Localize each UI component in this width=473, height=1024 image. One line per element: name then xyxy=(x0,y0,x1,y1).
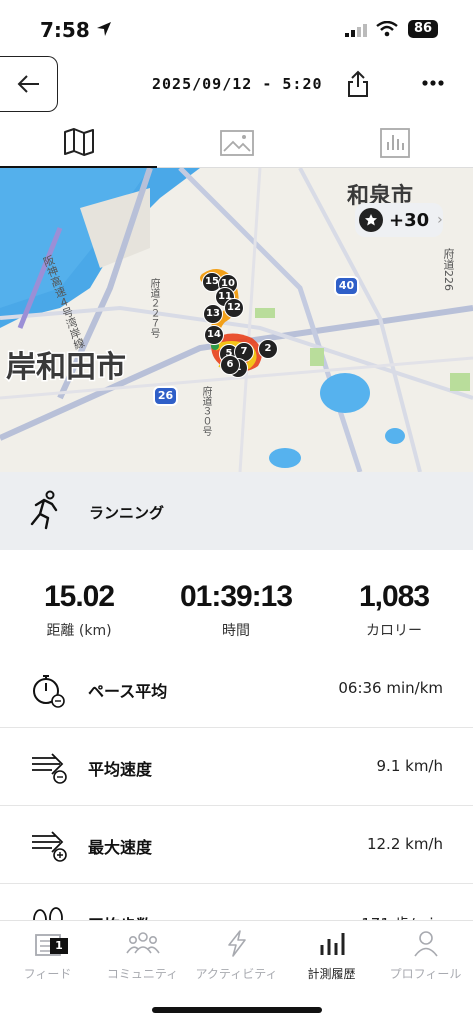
cellular-signal-icon xyxy=(345,24,367,37)
nav-activity-label: アクティビティ xyxy=(195,967,278,981)
photos-badge[interactable]: +30 › xyxy=(355,203,443,237)
home-indicator xyxy=(152,1007,322,1013)
status-bar: 7:58 86 xyxy=(0,0,473,58)
tab-charts[interactable] xyxy=(316,118,473,168)
more-options-icon[interactable] xyxy=(422,80,444,86)
nav-community[interactable]: コミュニティ xyxy=(95,929,190,982)
stat-calories-value: 1,083 xyxy=(358,580,430,613)
metric-avg-speed: 平均速度 9.1 km/h xyxy=(0,728,473,806)
metric-avg-pace: ペース平均 06:36 min/km xyxy=(0,650,473,728)
map-label-road-272: 府道２２７号 xyxy=(148,278,159,338)
stat-calories-label: カロリー xyxy=(366,623,422,639)
stat-distance-label: 距離 (km) xyxy=(46,623,112,639)
metric-avg-pace-name: ペース平均 xyxy=(88,682,168,701)
arrow-left-icon xyxy=(17,75,39,93)
tab-map[interactable] xyxy=(0,118,157,168)
km-marker[interactable]: 12 xyxy=(224,298,244,318)
speed-arrow-plus-icon xyxy=(32,831,67,862)
metric-max-speed-name: 最大速度 xyxy=(88,838,153,857)
battery-indicator: 86 xyxy=(408,20,438,38)
community-icon xyxy=(125,932,160,954)
route-shield-26: 26 xyxy=(153,386,178,406)
km-marker[interactable]: 14 xyxy=(204,325,224,345)
metric-avg-pace-value: 06:36 min/km xyxy=(338,679,443,697)
image-icon xyxy=(219,130,254,156)
metric-avg-speed-name: 平均速度 xyxy=(88,760,153,779)
nav-profile-label: プロフィール xyxy=(389,967,462,981)
metric-max-speed: 最大速度 12.2 km/h xyxy=(0,806,473,884)
route-shield-26-label: 26 xyxy=(157,389,174,402)
nav-activity[interactable]: アクティビティ xyxy=(189,929,284,982)
runner-icon xyxy=(30,490,58,530)
stat-duration: 01:39:13 時間 xyxy=(157,580,315,640)
nav-profile[interactable]: プロフィール xyxy=(378,929,473,982)
badge-count: +30 xyxy=(389,209,430,231)
map-icon xyxy=(63,128,94,156)
view-tabs xyxy=(0,118,473,168)
stat-distance: 15.02 距離 (km) xyxy=(0,580,158,640)
stopwatch-icon xyxy=(33,675,65,708)
nav-feed-label: フィード xyxy=(23,967,72,981)
activity-type-row: ランニング xyxy=(0,472,473,550)
route-shield-40-label: 40 xyxy=(338,279,355,292)
nav-history-label: 計測履歴 xyxy=(307,967,356,981)
chevron-right-icon: › xyxy=(437,212,443,228)
share-icon[interactable] xyxy=(346,70,370,98)
route-map[interactable]: 岸和田市 和泉市 阪神高速４号湾岸線 府道226 府道２２７号 府道３０号 26… xyxy=(0,168,473,472)
speed-arrow-icon xyxy=(32,753,67,784)
km-marker[interactable]: 6 xyxy=(220,355,240,375)
lightning-icon xyxy=(227,930,246,957)
map-label-road-prefectural: 府道226 xyxy=(442,248,455,291)
wifi-icon xyxy=(376,21,398,37)
km-marker[interactable]: 13 xyxy=(203,304,223,324)
metric-max-speed-value: 12.2 km/h xyxy=(366,835,443,853)
bar-chart-icon xyxy=(379,128,410,158)
status-time: 7:58 xyxy=(40,18,90,42)
map-label-city-kishiwada: 岸和田市 xyxy=(5,349,128,387)
location-arrow-icon xyxy=(97,22,111,36)
stat-duration-label: 時間 xyxy=(222,623,250,639)
stat-distance-value: 15.02 xyxy=(43,580,115,613)
activity-type-label: ランニング xyxy=(89,504,165,522)
map-label-road-30: 府道３０号 xyxy=(200,386,211,436)
stat-calories: 1,083 カロリー xyxy=(315,580,473,640)
profile-icon xyxy=(413,931,438,957)
tab-photos[interactable] xyxy=(158,118,315,168)
stat-duration-value: 01:39:13 xyxy=(179,580,293,613)
feed-count-badge: 1 xyxy=(50,938,68,954)
star-icon xyxy=(359,208,383,232)
page-title: 2025/09/12 - 5:20 xyxy=(152,75,323,93)
nav-feed[interactable]: 1 フィード xyxy=(0,929,95,982)
km-marker[interactable]: 2 xyxy=(258,339,278,359)
back-button[interactable] xyxy=(0,56,58,112)
metric-avg-speed-value: 9.1 km/h xyxy=(376,757,443,775)
top-bar: 2025/09/12 - 5:20 xyxy=(0,56,473,116)
route-shield-40: 40 xyxy=(334,276,359,296)
nav-community-label: コミュニティ xyxy=(106,967,179,981)
nav-history[interactable]: 計測履歴 xyxy=(284,929,379,982)
bar-chart-icon xyxy=(320,933,344,955)
